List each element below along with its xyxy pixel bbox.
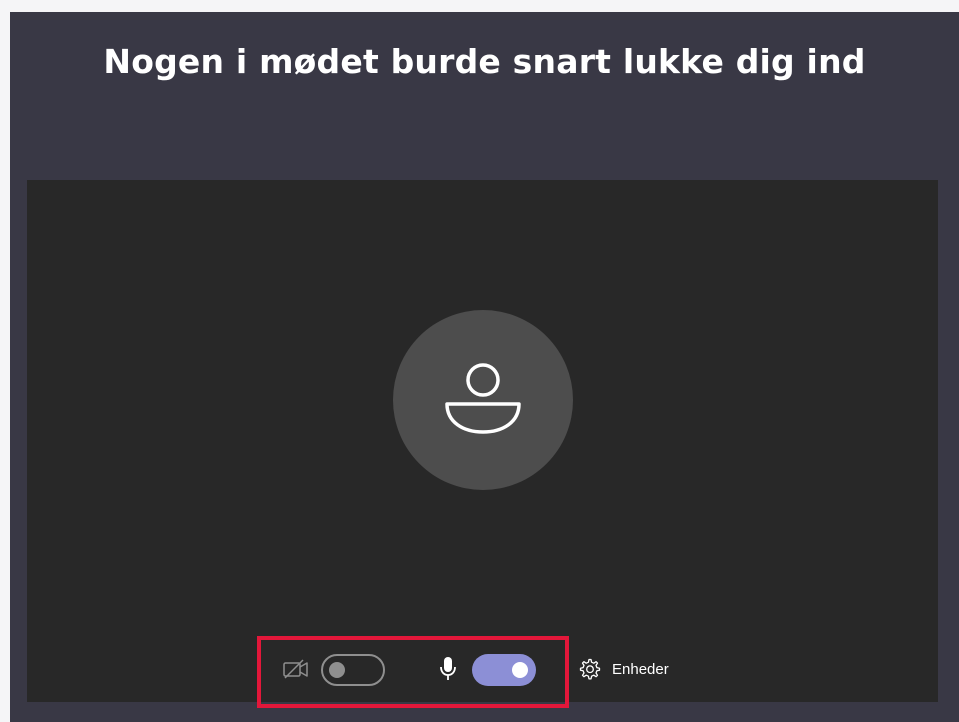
gear-icon (578, 657, 602, 681)
person-icon (445, 363, 521, 434)
microphone-toggle[interactable] (472, 654, 536, 686)
camera-toggle[interactable] (321, 654, 385, 686)
microphone-icon (440, 656, 456, 682)
camera-toggle-knob (329, 662, 345, 678)
video-preview: Enheder (27, 180, 938, 708)
avatar (393, 310, 573, 490)
devices-label: Enheder (612, 660, 669, 678)
page-title: Nogen i mødet burde snart lukke dig ind (103, 42, 866, 81)
microphone-toggle-knob (512, 662, 528, 678)
camera-off-icon (282, 658, 310, 680)
devices-button[interactable]: Enheder (578, 656, 669, 682)
prejoin-screen: Nogen i mødet burde snart lukke dig ind (10, 12, 959, 722)
device-controls: Enheder (27, 636, 938, 708)
